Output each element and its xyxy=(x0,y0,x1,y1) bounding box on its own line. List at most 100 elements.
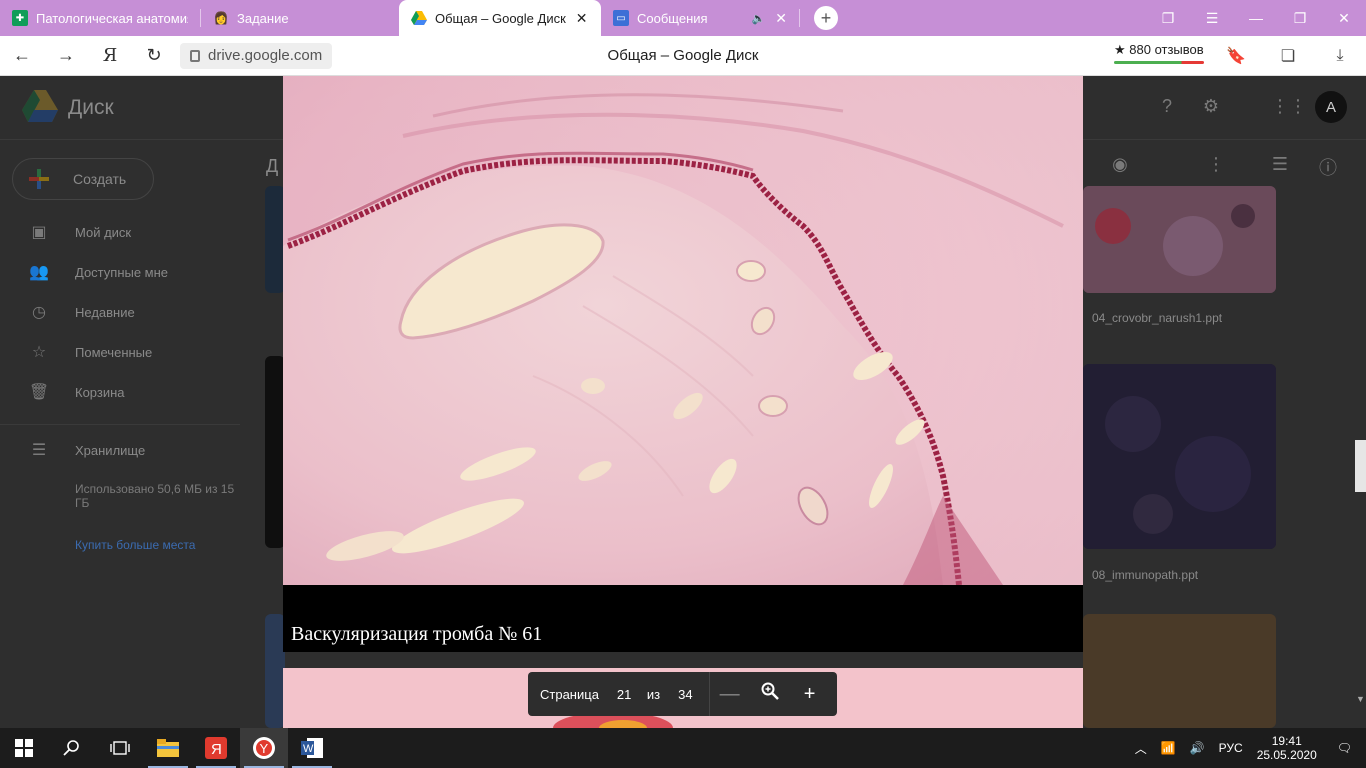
file-thumbnail[interactable] xyxy=(265,614,285,728)
zoom-icon[interactable] xyxy=(750,682,790,706)
minimize-icon[interactable]: — xyxy=(1234,10,1278,26)
messages-icon: ▭ xyxy=(613,10,629,26)
tabs-overview-icon[interactable]: ❐ xyxy=(1146,10,1190,27)
total-pages: 34 xyxy=(678,686,693,702)
more-options-icon[interactable]: ⋮ xyxy=(1204,154,1228,178)
reload-icon[interactable]: ↻ xyxy=(132,45,176,66)
taskbar-explorer[interactable] xyxy=(144,728,192,768)
zoom-in-button[interactable]: + xyxy=(790,683,830,706)
sidebar-item-trash[interactable]: 🗑 Корзина xyxy=(28,380,125,404)
taskbar-word[interactable]: W xyxy=(288,728,336,768)
tab-messages[interactable]: ▭ Сообщения 🔈 ✕ xyxy=(601,0,799,36)
forward-icon[interactable]: → xyxy=(44,45,88,66)
drive-app-name: Диск xyxy=(68,96,114,119)
address-bar: ← → Я ↻ drive.google.com Общая – Google … xyxy=(0,36,1366,76)
breadcrumb[interactable]: Д xyxy=(266,156,278,177)
google-drive-icon xyxy=(411,10,427,26)
url-field[interactable]: drive.google.com xyxy=(180,42,333,69)
list-view-icon[interactable]: ☰ xyxy=(1268,154,1292,178)
new-tab-button[interactable]: + xyxy=(814,6,838,30)
info-icon[interactable]: ⓘ xyxy=(1316,154,1340,178)
zoom-out-button[interactable]: — xyxy=(710,683,750,706)
volume-icon[interactable]: 🔊 xyxy=(1190,741,1205,755)
restore-icon[interactable]: ❐ xyxy=(1278,10,1322,27)
close-tab-icon[interactable]: ✕ xyxy=(576,10,588,27)
file-thumbnail[interactable] xyxy=(265,356,285,548)
close-tab-icon[interactable]: ✕ xyxy=(775,10,787,27)
sidebar-item-shared[interactable]: 👥 Доступные мне xyxy=(28,260,168,284)
network-icon[interactable]: 📶 xyxy=(1161,741,1176,755)
clock-time: 19:41 xyxy=(1271,734,1302,748)
current-page-input[interactable]: 21 xyxy=(617,687,631,702)
yandex-button[interactable]: Я xyxy=(88,45,132,66)
histology-slide-image xyxy=(283,76,1083,585)
back-icon[interactable]: ← xyxy=(0,45,44,66)
language-indicator[interactable]: РУС xyxy=(1219,741,1243,755)
tab-bar: ✚ Патологическая анатомия 👩 Задание Обща… xyxy=(0,0,1366,36)
tab-title: Задание xyxy=(237,10,289,26)
slide-caption-band: Васкуляризация тромба № 61 xyxy=(283,585,1083,652)
menu-icon[interactable]: ☰ xyxy=(1190,10,1234,27)
tab-assignment[interactable]: 👩 Задание xyxy=(201,0,399,36)
sidebar-item-starred[interactable]: ☆ Помеченные xyxy=(28,340,152,364)
notifications-icon[interactable]: 🗨 xyxy=(1337,741,1352,755)
scrollbar-thumb[interactable] xyxy=(1355,440,1366,492)
search-button[interactable] xyxy=(48,728,96,768)
file-thumbnail[interactable] xyxy=(1083,186,1276,293)
windows-taskbar: Я Y W ︿ 📶 🔊 РУС 19:41 25.05.2020 🗨 xyxy=(0,728,1366,768)
word-icon: W xyxy=(301,738,323,758)
settings-icon[interactable]: ⚙ xyxy=(1199,96,1223,120)
system-tray: ︿ 📶 🔊 РУС 19:41 25.05.2020 🗨 xyxy=(1135,728,1366,768)
file-thumbnail[interactable] xyxy=(1083,614,1276,728)
buy-storage-link[interactable]: Купить больше места xyxy=(75,538,195,552)
taskbar-yandex-browser-y[interactable]: Я xyxy=(192,728,240,768)
drive-logo-icon xyxy=(22,90,58,122)
close-window-icon[interactable]: ✕ xyxy=(1322,10,1366,27)
preview-eye-icon[interactable]: ◉ xyxy=(1108,154,1132,178)
collections-icon[interactable]: ❏ xyxy=(1262,46,1314,66)
histology-thumbnail xyxy=(1083,364,1276,549)
speaker-icon[interactable]: 🔈 xyxy=(752,12,766,25)
search-icon xyxy=(63,740,79,756)
sidebar-item-label: Помеченные xyxy=(75,344,153,360)
sidebar-item-storage[interactable]: ☰ Хранилище xyxy=(28,438,145,462)
bookmark-icon[interactable]: 🔖 xyxy=(1210,46,1262,66)
file-name[interactable]: 08_immunopath.ppt xyxy=(1092,568,1198,582)
clock[interactable]: 19:41 25.05.2020 xyxy=(1257,734,1317,762)
chevron-up-icon[interactable]: ︿ xyxy=(1135,740,1147,757)
windows-icon xyxy=(15,739,33,757)
sidebar-item-label: Недавние xyxy=(75,304,135,320)
tab-separator xyxy=(799,9,800,27)
start-button[interactable] xyxy=(0,728,48,768)
scroll-down-arrow-icon[interactable]: ▼ xyxy=(1356,694,1365,704)
file-thumbnail[interactable] xyxy=(265,186,285,293)
sidebar-item-my-drive[interactable]: ▣ Мой диск xyxy=(28,220,131,244)
sidebar-item-label: Доступные мне xyxy=(75,264,169,280)
help-icon[interactable]: ? xyxy=(1155,96,1179,120)
taskbar-yandex-browser[interactable]: Y xyxy=(240,728,288,768)
page-label: Страница xyxy=(540,686,599,702)
yandex-icon: Я xyxy=(205,737,227,759)
file-thumbnail[interactable] xyxy=(1083,364,1276,549)
tab-pathology[interactable]: ✚ Патологическая анатомия xyxy=(0,0,200,36)
apps-grid-icon[interactable]: ⋮⋮ xyxy=(1271,96,1307,120)
file-name[interactable]: 04_crovobr_narush1.ppt xyxy=(1092,311,1222,325)
page-controls: Страница 21 из 34 — + xyxy=(528,672,837,716)
create-label: Создать xyxy=(73,171,127,187)
sidebar-item-recent[interactable]: ◷ Недавние xyxy=(28,300,135,324)
toolbar-right: 🔖 ❏ ⤓ xyxy=(1210,36,1366,76)
task-view-button[interactable] xyxy=(96,728,144,768)
download-icon[interactable]: ⤓ xyxy=(1314,47,1366,65)
reviews-text: ★ 880 отзывов xyxy=(1114,42,1204,57)
reviews-badge[interactable]: ★ 880 отзывов xyxy=(1110,42,1208,70)
task-view-icon xyxy=(110,741,130,755)
tab-google-drive[interactable]: Общая – Google Диск ✕ xyxy=(399,0,601,36)
sidebar-divider xyxy=(0,424,240,425)
tab-title: Сообщения xyxy=(637,10,708,26)
my-drive-icon: ▣ xyxy=(31,224,47,241)
avatar[interactable]: А xyxy=(1315,91,1347,123)
svg-text:Я: Я xyxy=(211,741,222,758)
slide-image xyxy=(283,76,1083,585)
sidebar-item-label: Мой диск xyxy=(75,224,132,240)
create-button[interactable]: Создать xyxy=(12,158,154,200)
